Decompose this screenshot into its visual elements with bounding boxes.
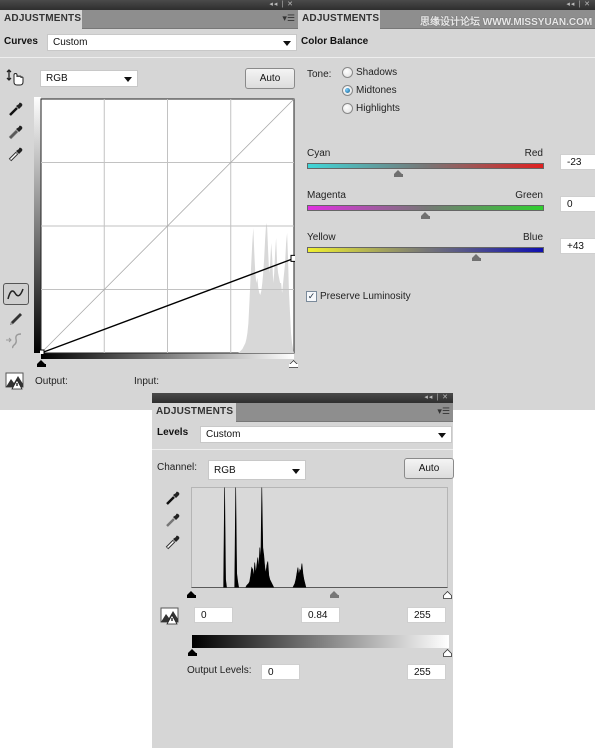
adjustment-type-label: Color Balance <box>301 36 369 47</box>
levels-panel: ◂◂ | ✕ ADJUSTMENTS ▾☰ Levels Custom Chan… <box>152 393 454 748</box>
tab-row: ADJUSTMENTS 思缘设计论坛 WWW.MISSYUAN.COM <box>298 10 595 29</box>
cyan-red-slider-thumb[interactable] <box>393 170 403 177</box>
adjustment-type-label: Levels <box>157 427 189 438</box>
tone-highlights-label: Highlights <box>356 103 400 114</box>
tone-midtones-radio[interactable] <box>342 85 353 96</box>
white-point-eyedropper-icon[interactable] <box>7 145 25 163</box>
gray-point-eyedropper-icon[interactable] <box>7 123 25 141</box>
chevron-down-icon <box>438 433 446 438</box>
white-input-slider[interactable] <box>289 360 298 368</box>
output-white-slider[interactable] <box>443 648 452 657</box>
panel-titlebar: ◂◂ | ✕ <box>152 393 453 403</box>
input-gamma-field[interactable]: 0.84 <box>301 607 340 623</box>
preset-value: Custom <box>53 37 88 48</box>
input-white-field[interactable]: 255 <box>407 607 446 623</box>
output-gradient-bar <box>192 635 449 648</box>
divider <box>298 57 595 58</box>
auto-button[interactable]: Auto <box>245 68 295 89</box>
magenta-label: Magenta <box>307 190 346 201</box>
magenta-green-slider-thumb[interactable] <box>421 212 430 219</box>
magenta-green-slider-track[interactable] <box>307 205 544 211</box>
yellow-blue-slider-track[interactable] <box>307 247 544 253</box>
tone-label: Tone: <box>307 69 332 80</box>
black-point-eyedropper-icon[interactable] <box>7 100 25 118</box>
smooth-icon[interactable] <box>5 332 25 350</box>
curve-points-icon[interactable] <box>3 283 29 305</box>
chevron-down-icon <box>283 41 291 46</box>
channel-value: RGB <box>214 465 236 476</box>
channel-dropdown[interactable]: RGB <box>40 70 138 87</box>
tab-row: ADJUSTMENTS ▾☰ <box>152 403 453 422</box>
on-image-adjust-icon[interactable] <box>5 68 25 88</box>
red-label: Red <box>524 148 543 159</box>
clipping-warning-icon[interactable] <box>160 607 180 625</box>
cyan-label: Cyan <box>307 148 331 159</box>
output-white-field[interactable]: 255 <box>407 664 446 680</box>
tone-midtones-label: Midtones <box>356 85 397 96</box>
preset-value: Custom <box>206 429 241 440</box>
window-controls[interactable]: ◂◂ | ✕ <box>424 393 449 403</box>
panel-titlebar: ◂◂ | ✕ <box>0 0 298 10</box>
output-label: Output: <box>35 376 68 387</box>
channel-value: RGB <box>46 73 68 84</box>
chevron-down-icon <box>124 77 132 82</box>
panel-menu-icon[interactable]: ▾☰ <box>437 406 450 417</box>
histogram-background <box>191 487 448 588</box>
black-point-eyedropper-icon[interactable] <box>164 489 182 507</box>
input-white-slider[interactable] <box>443 590 452 599</box>
preserve-luminosity-label: Preserve Luminosity <box>320 291 411 302</box>
cyan-red-value-field[interactable]: -23 <box>560 154 595 170</box>
white-point-eyedropper-icon[interactable] <box>164 533 182 551</box>
chevron-down-icon <box>292 469 300 474</box>
tone-shadows-radio[interactable] <box>342 67 353 78</box>
yellow-blue-value-field[interactable]: +43 <box>560 238 595 254</box>
tone-shadows-label: Shadows <box>356 67 398 78</box>
preserve-luminosity-checkbox[interactable]: ✓ <box>306 291 317 302</box>
channel-label: Channel: <box>157 462 198 473</box>
channel-dropdown[interactable]: RGB <box>208 460 306 480</box>
input-label: Input: <box>134 376 160 387</box>
curves-graph[interactable] <box>40 98 295 354</box>
preset-dropdown[interactable]: Custom <box>47 34 297 51</box>
output-levels-label: Output Levels: <box>187 665 252 676</box>
input-black-slider[interactable] <box>187 591 196 598</box>
cyan-red-slider-track[interactable] <box>307 163 544 169</box>
yellow-label: Yellow <box>307 232 336 243</box>
tab-adjustments[interactable]: ADJUSTMENTS <box>298 10 380 29</box>
pencil-icon[interactable] <box>7 308 25 326</box>
panel-titlebar: ◂◂ | ✕ <box>298 0 595 10</box>
input-black-field[interactable]: 0 <box>194 607 233 623</box>
window-controls[interactable]: ◂◂ | ✕ <box>566 0 591 10</box>
levels-histogram <box>191 487 448 588</box>
panel-menu-icon[interactable]: ▾☰ <box>282 13 295 24</box>
clipping-warning-icon[interactable] <box>5 372 25 390</box>
yellow-blue-slider-thumb[interactable] <box>471 254 481 261</box>
input-gamma-slider[interactable] <box>330 591 339 598</box>
curve-control-point[interactable] <box>40 349 45 354</box>
curve-control-point[interactable] <box>290 254 295 262</box>
tab-row: ADJUSTMENTS ▾☰ <box>0 10 298 29</box>
tab-adjustments[interactable]: ADJUSTMENTS <box>0 10 82 29</box>
tab-adjustments[interactable]: ADJUSTMENTS <box>152 403 236 422</box>
black-input-slider[interactable] <box>37 360 46 367</box>
divider <box>152 449 453 450</box>
divider <box>0 57 298 58</box>
color-balance-panel: ◂◂ | ✕ ADJUSTMENTS 思缘设计论坛 WWW.MISSYUAN.C… <box>298 0 595 410</box>
adjustment-type-label: Curves <box>4 36 38 47</box>
tone-highlights-radio[interactable] <box>342 103 353 114</box>
green-label: Green <box>515 190 543 201</box>
watermark: 思缘设计论坛 WWW.MISSYUAN.COM <box>420 17 593 28</box>
auto-button[interactable]: Auto <box>404 458 454 479</box>
blue-label: Blue <box>522 232 543 243</box>
gray-point-eyedropper-icon[interactable] <box>164 511 182 529</box>
magenta-green-value-field[interactable]: 0 <box>560 196 595 212</box>
window-controls[interactable]: ◂◂ | ✕ <box>269 0 294 10</box>
output-black-slider[interactable] <box>188 649 197 656</box>
preset-dropdown[interactable]: Custom <box>200 426 452 443</box>
output-black-field[interactable]: 0 <box>261 664 300 680</box>
curves-panel: ◂◂ | ✕ ADJUSTMENTS ▾☰ Curves Custom RGB … <box>0 0 298 410</box>
